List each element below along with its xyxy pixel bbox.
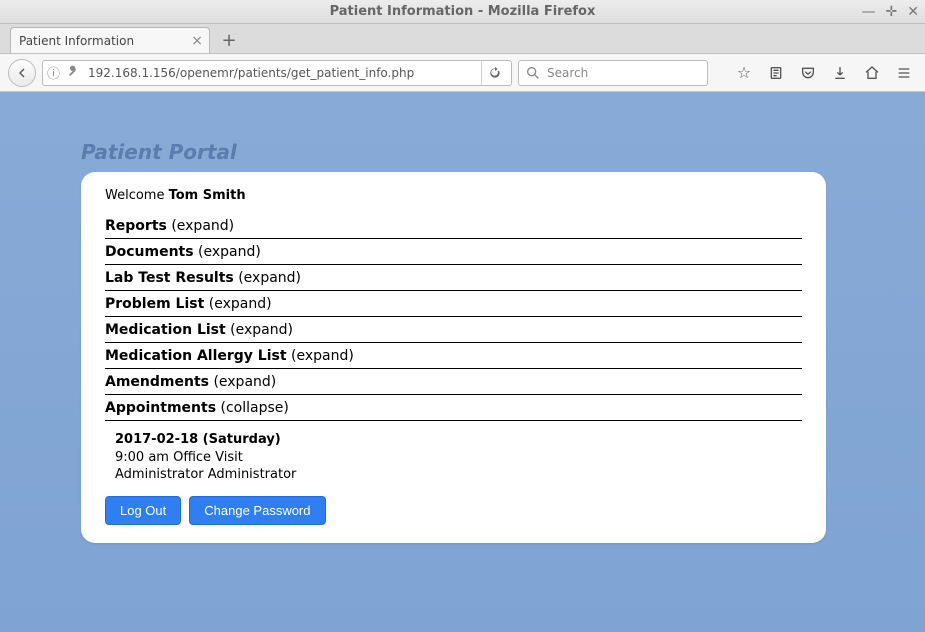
url-bar[interactable]: ⓘ 192.168.1.156/openemr/patients/get_pat… — [42, 60, 512, 86]
window-titlebar: Patient Information - Mozilla Firefox — … — [0, 0, 925, 24]
page-viewport: Patient Portal Welcome Tom Smith Reports… — [0, 92, 925, 632]
welcome-line: Welcome Tom Smith — [105, 188, 802, 203]
section-documents[interactable]: Documents (expand) — [105, 239, 802, 265]
section-amendments[interactable]: Amendments (expand) — [105, 369, 802, 395]
section-reports[interactable]: Reports (expand) — [105, 213, 802, 239]
site-info-icon[interactable]: ⓘ — [47, 63, 60, 82]
logout-button[interactable]: Log Out — [105, 496, 181, 525]
section-state: (expand) — [230, 322, 293, 338]
section-state: (expand) — [209, 296, 272, 312]
section-medication-list[interactable]: Medication List (expand) — [105, 317, 802, 343]
section-label: Lab Test Results — [105, 270, 234, 286]
patient-name: Tom Smith — [169, 188, 246, 203]
portal-heading: Patient Portal — [81, 140, 237, 164]
back-button[interactable] — [8, 59, 36, 87]
section-state: (expand) — [238, 270, 301, 286]
search-bar[interactable]: Search — [518, 60, 708, 86]
search-icon — [525, 65, 541, 81]
section-state: (collapse) — [220, 400, 288, 416]
search-placeholder: Search — [547, 66, 588, 80]
reading-list-icon[interactable] — [767, 65, 785, 81]
appointment-time: 9:00 am Office Visit — [115, 449, 802, 467]
appointment-detail: 2017-02-18 (Saturday) 9:00 am Office Vis… — [105, 421, 802, 484]
change-password-button[interactable]: Change Password — [189, 496, 325, 525]
close-window-icon[interactable]: ✕ — [907, 4, 919, 20]
reload-button[interactable] — [481, 61, 507, 85]
section-problem-list[interactable]: Problem List (expand) — [105, 291, 802, 317]
appointment-provider: Administrator Administrator — [115, 466, 802, 484]
section-medication-allergy-list[interactable]: Medication Allergy List (expand) — [105, 343, 802, 369]
menu-icon[interactable] — [895, 65, 913, 81]
window-controls: — ✛ ✕ — [862, 0, 919, 23]
section-state: (expand) — [198, 244, 261, 260]
reload-icon — [487, 65, 503, 81]
browser-tab[interactable]: Patient Information × — [10, 27, 210, 53]
arrow-left-icon — [14, 65, 30, 81]
minimize-icon[interactable]: — — [862, 4, 876, 20]
section-label: Medication List — [105, 322, 226, 338]
pocket-icon[interactable] — [799, 65, 817, 81]
url-text: 192.168.1.156/openemr/patients/get_patie… — [88, 66, 475, 80]
new-tab-button[interactable]: + — [216, 27, 242, 53]
section-label: Medication Allergy List — [105, 348, 287, 364]
section-state: (expand) — [213, 374, 276, 390]
bookmark-star-icon[interactable]: ☆ — [735, 63, 753, 82]
welcome-prefix: Welcome — [105, 188, 169, 203]
downloads-icon[interactable] — [831, 65, 849, 81]
window-title: Patient Information - Mozilla Firefox — [330, 4, 596, 19]
section-lab-test-results[interactable]: Lab Test Results (expand) — [105, 265, 802, 291]
section-label: Amendments — [105, 374, 209, 390]
nav-toolbar: ⓘ 192.168.1.156/openemr/patients/get_pat… — [0, 54, 925, 92]
section-label: Reports — [105, 218, 167, 234]
section-label: Problem List — [105, 296, 204, 312]
tab-strip: Patient Information × + — [0, 24, 925, 54]
section-label: Documents — [105, 244, 194, 260]
maximize-icon[interactable]: ✛ — [886, 4, 898, 20]
appointment-date: 2017-02-18 (Saturday) — [115, 431, 802, 449]
toolbar-icons: ☆ — [714, 63, 917, 82]
button-row: Log Out Change Password — [105, 496, 802, 525]
section-state: (expand) — [291, 348, 354, 364]
section-appointments[interactable]: Appointments (collapse) — [105, 395, 802, 421]
tab-title: Patient Information — [19, 34, 134, 48]
section-label: Appointments — [105, 400, 216, 416]
site-permission-icon[interactable] — [66, 63, 82, 83]
tab-close-icon[interactable]: × — [191, 33, 203, 49]
portal-card: Welcome Tom Smith Reports (expand) Docum… — [81, 172, 826, 543]
section-state: (expand) — [171, 218, 234, 234]
home-icon[interactable] — [863, 65, 881, 81]
